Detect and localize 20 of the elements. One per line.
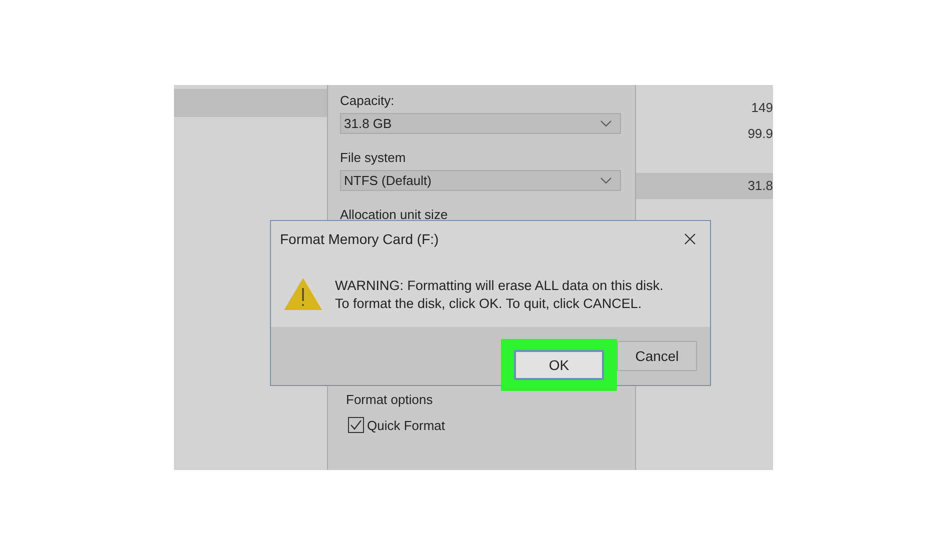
ok-button[interactable]: OK — [514, 350, 604, 380]
warning-message: WARNING: Formatting will erase ALL data on this disk. — [335, 278, 664, 292]
quick-format-checkbox[interactable]: Quick Format — [348, 417, 621, 433]
warning-message: To format the disk, click OK. To quit, click CANCEL. — [335, 296, 643, 310]
warning-icon — [283, 277, 323, 311]
list-cell-text: 99.9 — [746, 125, 773, 143]
capacity-dropdown[interactable]: 31.8 GB — [340, 113, 621, 134]
list-cell-text: 149 — [750, 99, 773, 117]
dialog-title: Format Memory Card (F:) — [280, 231, 439, 247]
allocation-label: Allocation unit size — [340, 207, 449, 222]
chevron-icon — [600, 176, 612, 184]
capacity-label: Capacity: — [340, 93, 396, 108]
format-options-label: Format options — [346, 392, 434, 407]
close-icon[interactable] — [684, 233, 696, 245]
file-system-label: File system — [340, 150, 407, 165]
file-system-dropdown[interactable]: NTFS (Default) — [340, 170, 621, 191]
list-cell: 31.8 — [636, 173, 773, 199]
dialog-button[interactable]: Cancel — [617, 341, 697, 371]
checkmark-icon — [349, 418, 363, 432]
chevron-icon — [600, 120, 612, 128]
